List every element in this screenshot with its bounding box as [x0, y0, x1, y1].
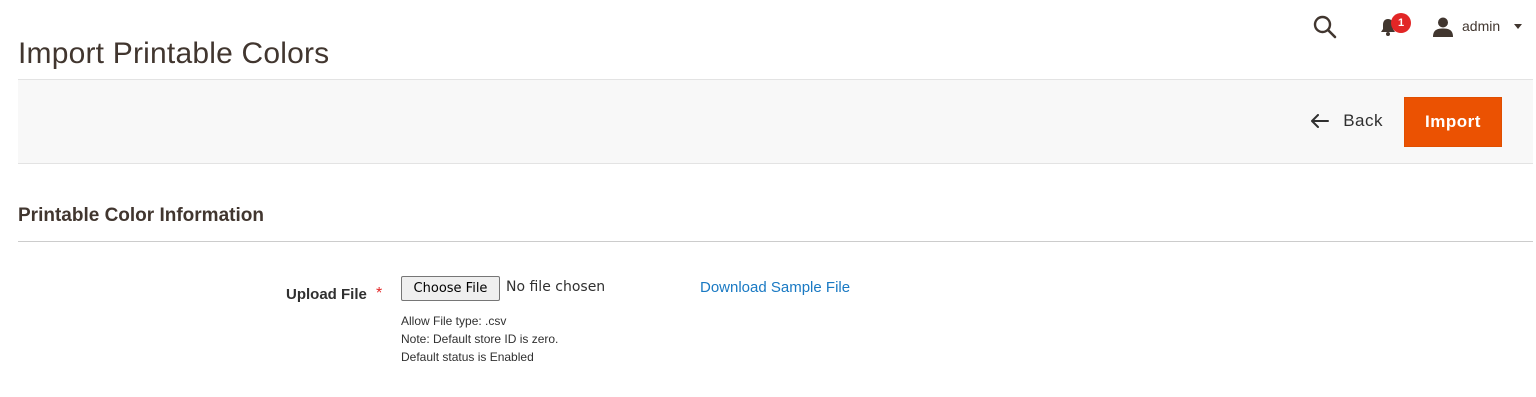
import-button[interactable]: Import	[1404, 97, 1502, 147]
download-sample-file-link[interactable]: Download Sample File	[700, 279, 850, 296]
arrow-left-icon	[1311, 114, 1330, 128]
notifications-button[interactable]: 1	[1378, 13, 1412, 40]
required-marker: *	[376, 285, 383, 302]
user-name: admin	[1462, 18, 1501, 34]
page-title: Import Printable Colors	[18, 37, 330, 71]
status-note: Default status is Enabled	[401, 350, 534, 364]
user-menu[interactable]: admin	[1432, 14, 1532, 40]
store-id-note: Note: Default store ID is zero.	[401, 332, 559, 346]
choose-file-button[interactable]: Choose File	[401, 276, 500, 301]
upload-file-label: Upload File	[286, 286, 367, 303]
user-icon	[1433, 17, 1453, 37]
section-title: Printable Color Information	[18, 205, 264, 226]
file-status: No file chosen	[506, 279, 606, 295]
search-icon[interactable]	[1312, 14, 1338, 40]
caret-down-icon	[1514, 24, 1522, 29]
section-divider	[18, 241, 1533, 242]
file-type-note: Allow File type: .csv	[401, 314, 507, 328]
back-label: Back	[1343, 111, 1383, 130]
header-actions: 1 admin	[1276, 10, 1536, 44]
notification-count-badge: 1	[1391, 13, 1411, 33]
back-button[interactable]: Back	[1293, 97, 1383, 145]
page-actions-toolbar: Back Import	[18, 79, 1533, 164]
